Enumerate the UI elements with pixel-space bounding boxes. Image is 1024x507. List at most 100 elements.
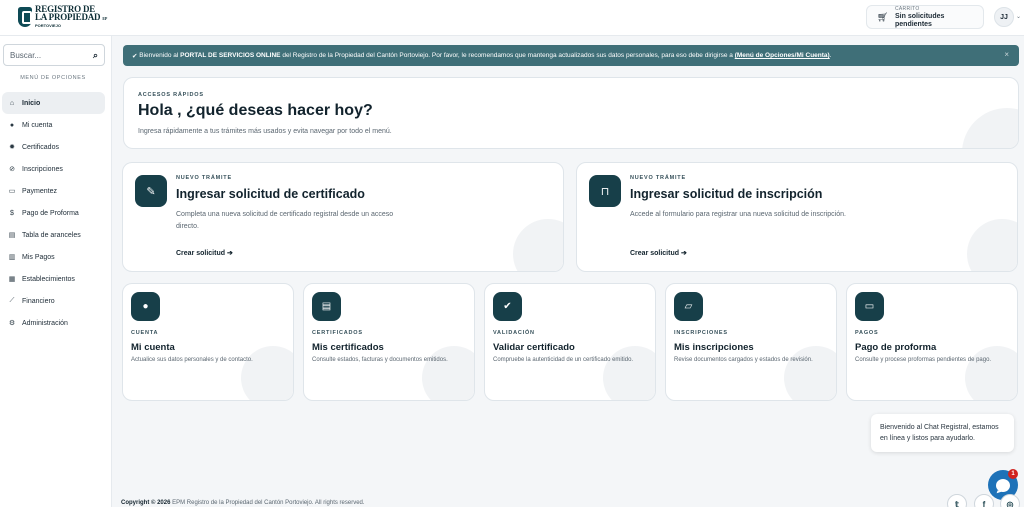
sidebar-item-label: Financiero — [22, 297, 55, 305]
decor-circle — [784, 346, 836, 400]
footer-text: EPM Registro de la Propiedad del Cantón … — [172, 500, 365, 506]
card-icon: ▭ — [8, 188, 16, 195]
instagram-icon[interactable]: ◎ — [1000, 494, 1020, 507]
card-eyebrow: PAGOS — [855, 330, 879, 336]
card-title: Ingresar solicitud de certificado — [176, 187, 365, 201]
sidebar-item-paymentez[interactable]: ▭ Paymentez — [2, 180, 105, 202]
logo-mark-icon — [18, 6, 32, 27]
banner-portal: PORTAL DE SERVICIOS ONLINE — [180, 52, 281, 59]
banner-link[interactable]: (Menú de Opciones/Mi Cuenta) — [735, 52, 830, 59]
close-icon[interactable]: × — [1004, 50, 1009, 59]
card-eyebrow: VALIDACIÓN — [493, 330, 535, 336]
sidebar-item-financiero[interactable]: ⟋ Financiero — [2, 290, 105, 312]
logo-line3: PORTOVIEJO — [35, 23, 61, 28]
user-icon: ● — [131, 292, 160, 321]
decor-circle — [241, 346, 293, 400]
card-description: Consulte estados, facturas y documentos … — [312, 357, 448, 363]
decor-circle — [967, 219, 1017, 271]
proforma-payment-card[interactable]: ▭ PAGOS Pago de proforma Consulte y proc… — [846, 283, 1018, 401]
settings-icon: ⚙ — [8, 320, 16, 327]
create-request-link[interactable]: Crear solicitud ➔ — [176, 249, 233, 257]
building-icon: ▦ — [8, 276, 16, 283]
menu-title: MENÚ DE OPCIONES — [20, 75, 86, 81]
sidebar-item-label: Inscripciones — [22, 165, 63, 173]
card-description: Compruebe la autenticidad de un certific… — [493, 357, 634, 363]
certificate-request-card[interactable]: ✎ NUEVO TRÁMITE Ingresar solicitud de ce… — [122, 162, 564, 272]
bookmark-icon: ⊓ — [589, 175, 621, 207]
sidebar-item-inscripciones[interactable]: ⊘ Inscripciones — [2, 158, 105, 180]
decor-circle — [513, 219, 563, 271]
card-title: Pago de proforma — [855, 342, 937, 353]
user-icon: ● — [9, 121, 15, 129]
card-eyebrow: CUENTA — [131, 330, 159, 336]
footer: Copyright © 2026 EPM Registro de la Prop… — [121, 500, 365, 506]
banner-end: . — [829, 52, 832, 59]
chat-notification-badge: 1 — [1008, 469, 1018, 479]
quick-subtitle: Ingresa rápidamente a tus trámites más u… — [138, 128, 392, 135]
sidebar-item-certificados[interactable]: ✹ Certificados — [2, 136, 105, 158]
check-circle-icon: ✔ — [493, 292, 522, 321]
logo[interactable]: REGISTRO DE LA PROPIEDAD EP PORTOVIEJO — [18, 5, 107, 28]
search-icon[interactable]: ⌕ — [93, 50, 98, 61]
sidebar-item-mi-cuenta[interactable]: ● Mi cuenta — [2, 114, 105, 136]
certificate-icon: ✹ — [9, 144, 15, 151]
sidebar-item-mis-pagos[interactable]: ▥ Mis Pagos — [2, 246, 105, 268]
sidebar-item-administracion[interactable]: ⚙ Administración — [2, 312, 105, 334]
sidebar-item-label: Administración — [22, 319, 68, 327]
decor-circle — [962, 108, 1018, 148]
document-icon: ▤ — [312, 292, 341, 321]
card-title: Mis certificados — [312, 342, 384, 353]
my-certificates-card[interactable]: ▤ CERTIFICADOS Mis certificados Consulte… — [303, 283, 475, 401]
sidebar-item-label: Tabla de aranceles — [22, 231, 81, 239]
table-icon: ▤ — [8, 232, 16, 239]
inscription-request-card[interactable]: ⊓ NUEVO TRÁMITE Ingresar solicitud de in… — [576, 162, 1018, 272]
sidebar-item-pago-proforma[interactable]: $ Pago de Proforma — [2, 202, 105, 224]
card-title: Validar certificado — [493, 342, 575, 353]
credit-card-icon: ▭ — [855, 292, 884, 321]
card-description: Completa una nueva solicitud de certific… — [176, 211, 394, 230]
inscriptions-icon: ⊘ — [9, 166, 15, 173]
user-avatar[interactable]: JJ — [994, 7, 1014, 27]
validate-certificate-card[interactable]: ✔ VALIDACIÓN Validar certificado Comprue… — [484, 283, 656, 401]
quick-eyebrow: ACCESOS RÁPIDOS — [138, 92, 204, 98]
sidebar-item-label: Inicio — [22, 99, 41, 107]
my-account-card[interactable]: ● CUENTA Mi cuenta Actualice sus datos p… — [122, 283, 294, 401]
sidebar-item-inicio[interactable]: ⌂ Inicio — [2, 92, 105, 114]
card-title: Mi cuenta — [131, 342, 175, 353]
card-eyebrow: NUEVO TRÁMITE — [176, 175, 232, 181]
cart-status: Sin solicitudes pendientes — [895, 13, 945, 28]
banner-pre: Bienvenido al — [139, 52, 179, 59]
create-request-link[interactable]: Crear solicitud ➔ — [630, 249, 687, 257]
sidebar-item-aranceles[interactable]: ▤ Tabla de aranceles — [2, 224, 105, 246]
sidebar-menu: ⌂ Inicio ● Mi cuenta ✹ Certificados ⊘ Inscri… — [2, 92, 105, 334]
twitter-icon[interactable]: 𝕥 — [947, 494, 967, 507]
sidebar-item-label: Certificados — [22, 143, 59, 151]
welcome-banner: ✔ Bienvenido al PORTAL DE SERVICIOS ONLI… — [123, 45, 1019, 66]
arrow-right-icon: ➔ — [680, 250, 687, 257]
card-description: Consulte y procese proformas pendientes … — [855, 357, 992, 363]
home-icon: ⌂ — [9, 99, 15, 107]
sidebar-item-label: Paymentez — [22, 187, 58, 195]
cta-label: Crear solicitud — [630, 250, 680, 257]
cart-button[interactable]: 🛒︎ CARRITO Sin solicitudes pendientes — [866, 5, 984, 29]
footer-copyright: Copyright © 2026 — [121, 500, 171, 506]
card-description: Actualice sus datos personales y de cont… — [131, 357, 253, 363]
sidebar-item-establecimientos[interactable]: ▦ Establecimientos — [2, 268, 105, 290]
my-inscriptions-card[interactable]: ▱ INSCRIPCIONES Mis inscripciones Revise… — [665, 283, 837, 401]
chevron-down-icon[interactable]: ⌄ — [1016, 13, 1021, 20]
sidebar-item-label: Mis Pagos — [22, 253, 55, 261]
search-input[interactable] — [10, 50, 80, 60]
decor-circle — [965, 346, 1017, 400]
search-box: ⌕ — [3, 44, 105, 66]
dollar-icon: $ — [10, 209, 14, 217]
facebook-icon[interactable]: f — [974, 494, 994, 507]
card-eyebrow: NUEVO TRÁMITE — [630, 175, 686, 181]
card-eyebrow: INSCRIPCIONES — [674, 330, 728, 336]
decor-circle — [422, 346, 474, 400]
card-description: Accede al formulario para registrar una … — [630, 211, 846, 218]
card-title: Ingresar solicitud de inscripción — [630, 187, 823, 201]
card-description: Revise documentos cargados y estados de … — [674, 357, 813, 363]
decor-circle — [603, 346, 655, 400]
quick-access-card: ACCESOS RÁPIDOS Hola , ¿qué deseas hacer… — [123, 77, 1019, 149]
sidebar: ⌕ MENÚ DE OPCIONES ⌂ Inicio ● Mi cuenta ✹ C… — [0, 36, 112, 507]
